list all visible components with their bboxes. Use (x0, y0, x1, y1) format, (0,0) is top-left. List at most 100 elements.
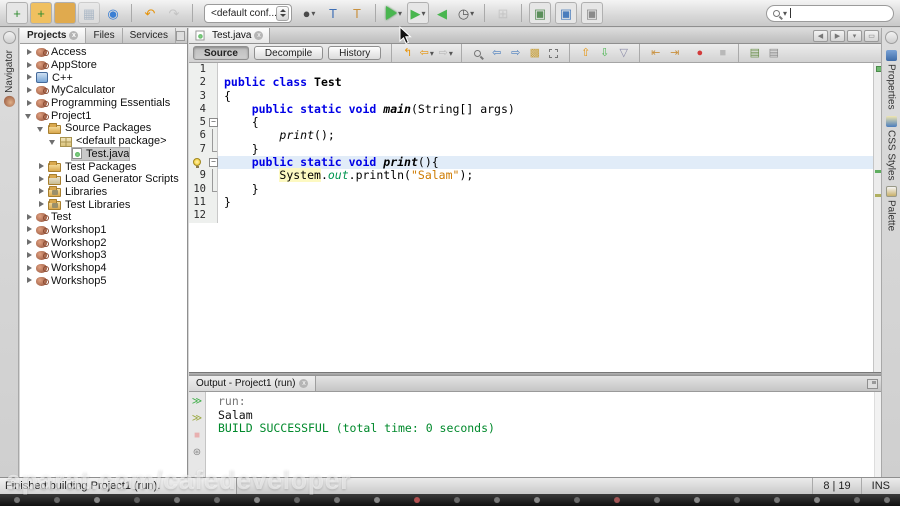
tree-item-test-packages[interactable]: Test Packages (20, 160, 187, 173)
tree-item-c-[interactable]: C++ (20, 71, 187, 84)
sidebar-tab-navigator[interactable]: Navigator (3, 50, 15, 107)
code-line-6[interactable]: 6 print(); (189, 129, 882, 144)
find-previous-occurrence-icon[interactable]: ⇦ (488, 45, 505, 61)
code-line-12[interactable]: 12 (189, 209, 882, 223)
os-taskbar[interactable] (0, 494, 900, 506)
toggle-highlight-search-icon[interactable]: ▩ (526, 45, 543, 61)
pin-icon[interactable] (884, 31, 898, 44)
tree-item-project1[interactable]: Project1 (20, 109, 187, 122)
source-view-button[interactable]: Source (193, 46, 249, 60)
tab-projects[interactable]: Projects x (20, 28, 87, 43)
toggle-bookmark-icon[interactable]: ▽ (615, 45, 632, 61)
sidebar-tab-properties[interactable]: Properties (885, 50, 897, 110)
expand-arrow-icon[interactable] (37, 124, 46, 133)
shift-line-right-icon[interactable]: ⇥ (666, 45, 683, 61)
code-line-1[interactable]: 1 (189, 63, 882, 77)
new-project-icon[interactable]: + (30, 2, 52, 24)
minimize-window-icon[interactable] (175, 30, 185, 41)
scroll-tabs-right-icon[interactable]: ▶ (830, 29, 845, 42)
run-project-button[interactable]: ▾ (383, 2, 405, 24)
code-line-11[interactable]: 11} (189, 195, 882, 210)
history-view-button[interactable]: History (328, 46, 382, 60)
expand-arrow-icon[interactable] (25, 73, 34, 82)
new-file-icon[interactable]: + (6, 2, 28, 24)
tree-item-access[interactable]: Access (20, 46, 187, 59)
code-line-8[interactable]: public static void print(){ (189, 155, 882, 170)
tree-item-load-generator-scripts[interactable]: Load Generator Scripts (20, 173, 187, 186)
take-snapshot-icon[interactable]: ▣ (555, 2, 577, 24)
expand-arrow-icon[interactable] (25, 238, 34, 247)
preview-eye-icon[interactable]: ◉ (102, 2, 124, 24)
expand-arrow-icon[interactable] (25, 86, 34, 95)
tree-item--default-package-[interactable]: <default package> (20, 135, 187, 148)
debug-project-icon[interactable]: ▶ ▾ (407, 2, 429, 24)
expand-arrow-icon[interactable] (25, 276, 34, 285)
scroll-tabs-left-icon[interactable]: ◀ (813, 29, 828, 42)
pin-icon[interactable] (2, 31, 16, 44)
profile-project-icon[interactable]: ◷ ▾ (455, 2, 477, 24)
code-line-4[interactable]: 4 public static void main(String[] args) (189, 102, 882, 117)
maximize-icon[interactable]: ▭ (864, 29, 879, 42)
tree-item-programming-essentials[interactable]: Programming Essentials (20, 97, 187, 110)
expand-arrow-icon[interactable] (37, 200, 46, 209)
sidebar-tab-palette[interactable]: Palette (885, 186, 897, 231)
sidebar-tab-css-styles[interactable]: CSS Styles (885, 115, 897, 180)
expand-arrow-icon[interactable] (49, 137, 58, 146)
toggle-rectangular-selection-icon[interactable] (545, 45, 562, 61)
tree-item-workshop4[interactable]: Workshop4 (20, 262, 187, 275)
tree-item-libraries[interactable]: Libraries (20, 186, 187, 199)
close-icon[interactable]: x (254, 31, 264, 40)
tab-files[interactable]: Files (86, 28, 123, 43)
expand-arrow-icon[interactable] (25, 251, 34, 260)
expand-arrow-icon[interactable] (25, 264, 34, 273)
rerun-project-icon[interactable]: ◀ (431, 2, 453, 24)
code-line-5[interactable]: 5 { (189, 116, 882, 130)
expand-arrow-icon[interactable] (37, 175, 46, 184)
expand-arrow-icon[interactable] (25, 99, 34, 108)
code-line-2[interactable]: 2 public class Test (189, 76, 882, 90)
tree-item-source-packages[interactable]: Source Packages (20, 122, 187, 135)
expand-arrow-icon[interactable] (25, 61, 34, 70)
code-line-10[interactable]: 10 } (189, 182, 882, 196)
start-macro-recording-icon[interactable]: ● (691, 45, 708, 61)
tab-services[interactable]: Services (123, 28, 176, 43)
decompile-view-button[interactable]: Decompile (253, 46, 324, 60)
rerun-with-different-parameters-icon[interactable]: ≫ (191, 412, 204, 425)
find-next-occurrence-icon[interactable]: ⇨ (507, 45, 524, 61)
output-tab[interactable]: Output - Project1 (run) x (189, 376, 317, 391)
expand-arrow-icon[interactable] (37, 187, 46, 196)
insert-mode-indicator[interactable]: INS (860, 478, 900, 494)
fold-toggle-icon[interactable] (208, 156, 218, 170)
close-icon[interactable]: x (69, 31, 79, 40)
apply-code-changes-icon[interactable]: ▣ (529, 2, 551, 24)
code-editor[interactable]: 1 2 public class Test 3{4 public static voi… (189, 63, 882, 372)
expand-arrow-icon[interactable] (25, 111, 34, 120)
last-edit-location-icon[interactable]: ↰ (399, 45, 416, 61)
close-icon[interactable]: x (299, 379, 309, 388)
code-line-9[interactable]: 9 System.out.println("Salam"); (189, 168, 882, 183)
tree-item-test-libraries[interactable]: Test Libraries (20, 198, 187, 211)
expand-arrow-icon[interactable] (37, 162, 46, 171)
fold-toggle-icon[interactable] (208, 116, 218, 130)
config-combobox[interactable]: <default conf... (204, 3, 292, 23)
ant-settings-icon[interactable]: ⊛ (191, 446, 204, 459)
tree-item-workshop5[interactable]: Workshop5 (20, 274, 187, 287)
tree-item-workshop3[interactable]: Workshop3 (20, 249, 187, 262)
output-console[interactable]: run: Salam BUILD SUCCESSFUL (total time: 0… (206, 392, 874, 477)
tree-item-test[interactable]: Test (20, 211, 187, 224)
previous-bookmark-icon[interactable]: ⇧ (577, 45, 594, 61)
rerun-icon[interactable]: ≫ (191, 395, 204, 408)
tree-item-mycalculator[interactable]: MyCalculator (20, 84, 187, 97)
find-selection-icon[interactable] (469, 45, 486, 61)
expand-arrow-icon[interactable] (25, 48, 34, 57)
code-line-7[interactable]: 7 } (189, 142, 882, 157)
tree-item-workshop2[interactable]: Workshop2 (20, 236, 187, 249)
build-hammer-icon[interactable]: T (322, 2, 344, 24)
deploy-globe-icon[interactable]: ● ▾ (298, 2, 320, 24)
code-line-3[interactable]: 3{ (189, 89, 882, 103)
back-icon[interactable]: ⇦ ▾ (418, 45, 435, 61)
next-bookmark-icon[interactable]: ⇩ (596, 45, 613, 61)
chevron-down-icon[interactable]: ▾ (398, 9, 402, 18)
editor-tab-testjava[interactable]: Test.java x (189, 28, 271, 43)
vm-telemetry-icon[interactable]: ▣ (581, 2, 603, 24)
